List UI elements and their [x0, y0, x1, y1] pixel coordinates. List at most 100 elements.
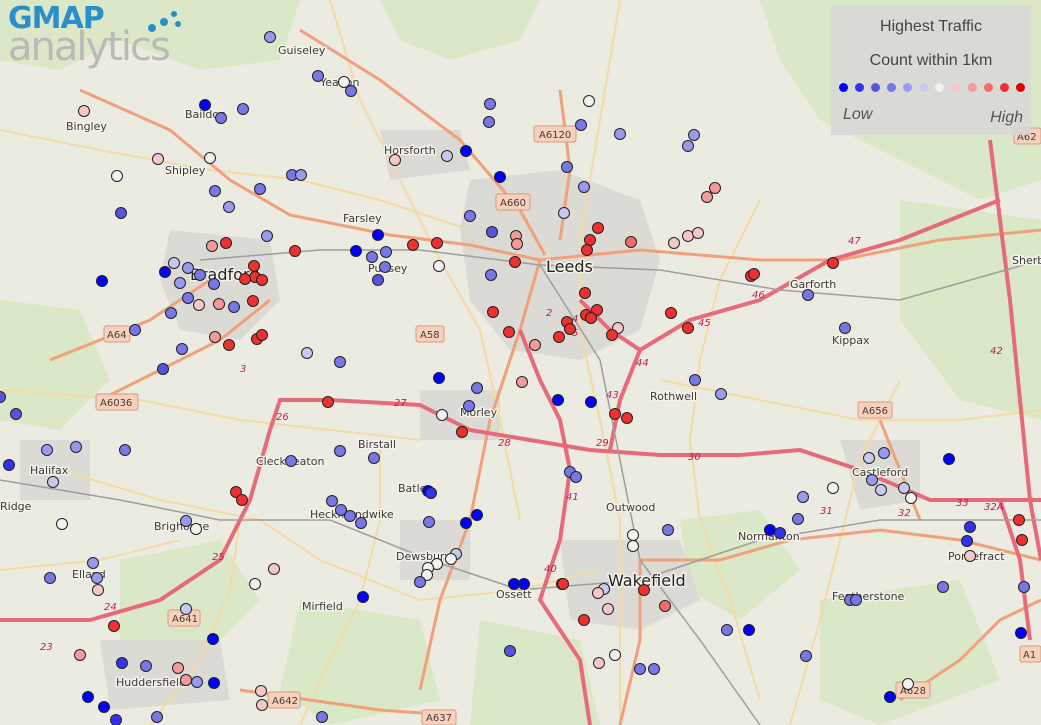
traffic-count-marker[interactable] — [180, 603, 192, 615]
traffic-count-marker[interactable] — [471, 382, 483, 394]
traffic-count-marker[interactable] — [937, 581, 949, 593]
traffic-count-marker[interactable] — [220, 237, 232, 249]
traffic-count-marker[interactable] — [110, 714, 122, 725]
traffic-count-marker[interactable] — [78, 105, 90, 117]
traffic-count-marker[interactable] — [256, 329, 268, 341]
traffic-count-marker[interactable] — [797, 491, 809, 503]
traffic-count-marker[interactable] — [715, 388, 727, 400]
traffic-count-marker[interactable] — [322, 396, 334, 408]
traffic-count-marker[interactable] — [504, 645, 516, 657]
traffic-count-marker[interactable] — [431, 237, 443, 249]
traffic-count-marker[interactable] — [87, 557, 99, 569]
traffic-count-marker[interactable] — [3, 459, 15, 471]
traffic-count-marker[interactable] — [964, 550, 976, 562]
traffic-count-marker[interactable] — [445, 553, 457, 565]
traffic-count-marker[interactable] — [634, 663, 646, 675]
traffic-count-marker[interactable] — [485, 269, 497, 281]
traffic-count-marker[interactable] — [688, 129, 700, 141]
traffic-count-marker[interactable] — [1013, 514, 1025, 526]
traffic-count-marker[interactable] — [82, 691, 94, 703]
traffic-count-marker[interactable] — [223, 339, 235, 351]
traffic-count-marker[interactable] — [668, 237, 680, 249]
traffic-count-marker[interactable] — [285, 455, 297, 467]
traffic-count-marker[interactable] — [289, 245, 301, 257]
traffic-count-marker[interactable] — [898, 482, 910, 494]
traffic-count-marker[interactable] — [516, 376, 528, 388]
traffic-count-marker[interactable] — [172, 662, 184, 674]
traffic-count-marker[interactable] — [511, 238, 523, 250]
traffic-count-marker[interactable] — [44, 572, 56, 584]
traffic-count-marker[interactable] — [108, 620, 120, 632]
traffic-count-marker[interactable] — [701, 191, 713, 203]
traffic-count-marker[interactable] — [564, 323, 576, 335]
traffic-count-marker[interactable] — [748, 268, 760, 280]
traffic-count-marker[interactable] — [10, 408, 22, 420]
traffic-count-marker[interactable] — [1015, 627, 1027, 639]
traffic-count-marker[interactable] — [96, 275, 108, 287]
traffic-count-marker[interactable] — [570, 471, 582, 483]
traffic-count-marker[interactable] — [614, 128, 626, 140]
traffic-count-marker[interactable] — [316, 711, 328, 723]
traffic-count-marker[interactable] — [423, 516, 435, 528]
traffic-count-marker[interactable] — [850, 594, 862, 606]
traffic-count-marker[interactable] — [357, 591, 369, 603]
traffic-count-marker[interactable] — [621, 412, 633, 424]
traffic-count-marker[interactable] — [338, 76, 350, 88]
traffic-count-marker[interactable] — [592, 222, 604, 234]
traffic-count-marker[interactable] — [552, 394, 564, 406]
traffic-count-marker[interactable] — [207, 633, 219, 645]
traffic-count-marker[interactable] — [204, 152, 216, 164]
traffic-count-marker[interactable] — [414, 576, 426, 588]
traffic-count-marker[interactable] — [119, 444, 131, 456]
traffic-count-marker[interactable] — [487, 306, 499, 318]
traffic-count-marker[interactable] — [355, 517, 367, 529]
traffic-count-marker[interactable] — [237, 103, 249, 115]
traffic-count-marker[interactable] — [182, 262, 194, 274]
traffic-count-marker[interactable] — [254, 183, 266, 195]
traffic-count-marker[interactable] — [529, 339, 541, 351]
traffic-count-marker[interactable] — [433, 372, 445, 384]
traffic-count-marker[interactable] — [503, 326, 515, 338]
traffic-count-marker[interactable] — [863, 452, 875, 464]
traffic-count-marker[interactable] — [190, 523, 202, 535]
traffic-count-marker[interactable] — [98, 701, 110, 713]
traffic-count-marker[interactable] — [575, 119, 587, 131]
traffic-count-marker[interactable] — [460, 145, 472, 157]
traffic-count-marker[interactable] — [662, 524, 674, 536]
traffic-count-marker[interactable] — [902, 678, 914, 690]
traffic-count-marker[interactable] — [249, 578, 261, 590]
traffic-count-marker[interactable] — [174, 277, 186, 289]
traffic-count-marker[interactable] — [206, 240, 218, 252]
traffic-count-marker[interactable] — [1016, 534, 1028, 546]
traffic-count-marker[interactable] — [682, 140, 694, 152]
traffic-count-marker[interactable] — [943, 453, 955, 465]
traffic-count-marker[interactable] — [578, 614, 590, 626]
traffic-count-marker[interactable] — [584, 234, 596, 246]
traffic-count-marker[interactable] — [878, 447, 890, 459]
traffic-count-marker[interactable] — [553, 331, 565, 343]
traffic-count-marker[interactable] — [151, 711, 163, 723]
traffic-count-marker[interactable] — [839, 322, 851, 334]
traffic-count-marker[interactable] — [180, 674, 192, 686]
traffic-count-marker[interactable] — [264, 31, 276, 43]
traffic-count-marker[interactable] — [682, 230, 694, 242]
traffic-count-marker[interactable] — [248, 260, 260, 272]
traffic-count-marker[interactable] — [70, 441, 82, 453]
traffic-count-marker[interactable] — [827, 257, 839, 269]
traffic-count-marker[interactable] — [213, 298, 225, 310]
traffic-count-marker[interactable] — [774, 527, 786, 539]
traffic-count-marker[interactable] — [518, 578, 530, 590]
traffic-count-marker[interactable] — [111, 170, 123, 182]
traffic-count-marker[interactable] — [709, 182, 721, 194]
traffic-count-marker[interactable] — [256, 274, 268, 286]
traffic-count-marker[interactable] — [494, 171, 506, 183]
traffic-count-marker[interactable] — [627, 529, 639, 541]
traffic-count-marker[interactable] — [961, 535, 973, 547]
traffic-count-marker[interactable] — [905, 492, 917, 504]
traffic-count-marker[interactable] — [115, 207, 127, 219]
traffic-count-marker[interactable] — [389, 154, 401, 166]
traffic-count-marker[interactable] — [380, 246, 392, 258]
traffic-count-marker[interactable] — [350, 245, 362, 257]
traffic-count-marker[interactable] — [581, 244, 593, 256]
traffic-count-marker[interactable] — [964, 521, 976, 533]
